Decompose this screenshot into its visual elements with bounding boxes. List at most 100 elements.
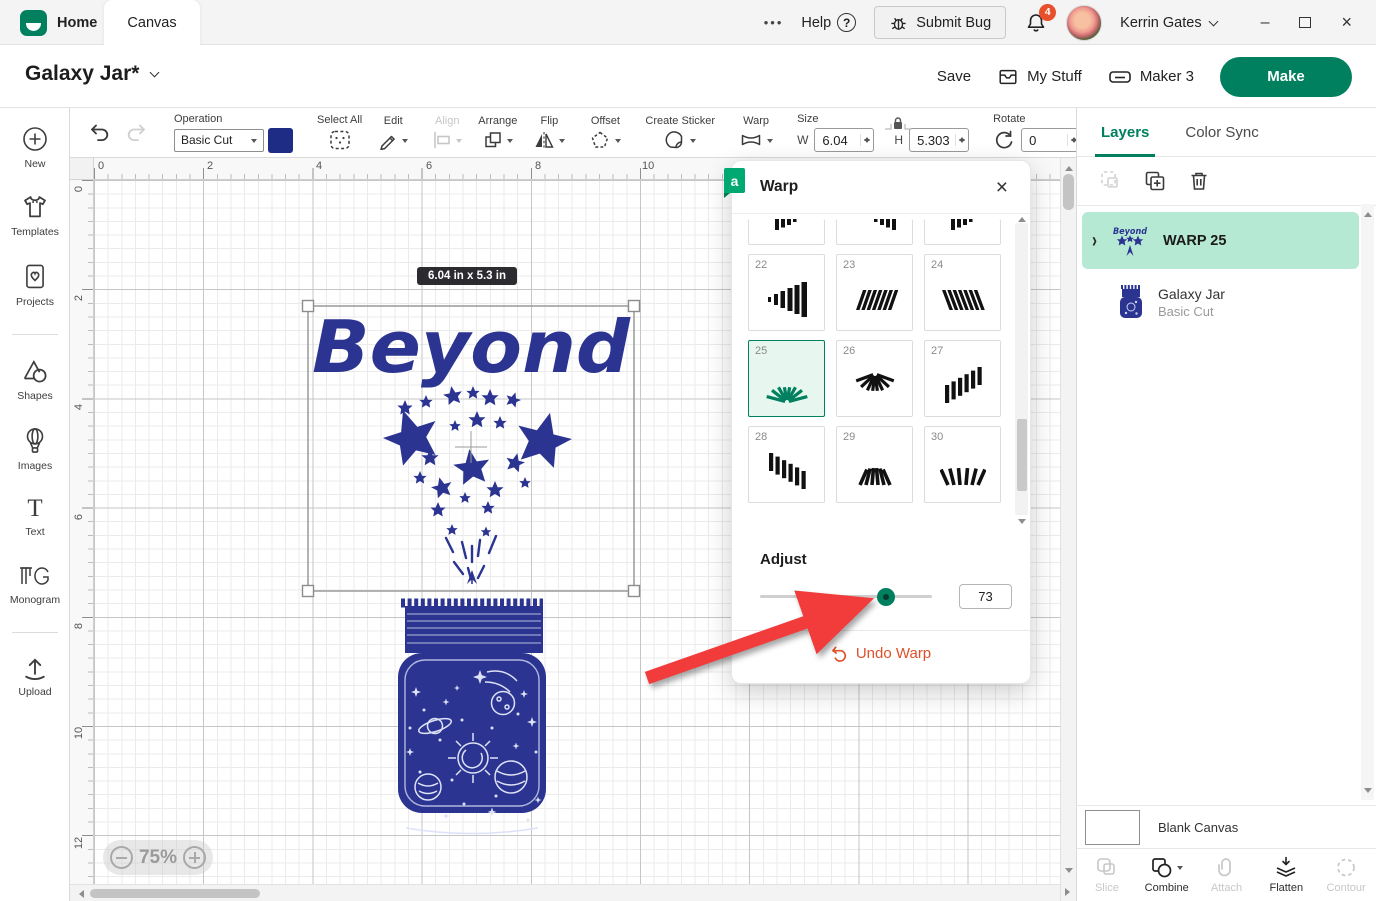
my-stuff-button[interactable]: My Stuff bbox=[997, 66, 1082, 88]
sidebar-item-upload[interactable]: Upload bbox=[0, 654, 70, 698]
edit-button[interactable]: Edit bbox=[370, 115, 416, 150]
sidebar-item-projects[interactable]: Projects bbox=[0, 262, 70, 308]
window-minimize-button[interactable]: – bbox=[1261, 14, 1270, 32]
scroll-down-arrow[interactable] bbox=[1364, 788, 1372, 797]
combine-button[interactable]: Combine bbox=[1137, 849, 1197, 901]
vertical-scroll-thumb[interactable] bbox=[1063, 174, 1074, 210]
avatar[interactable] bbox=[1066, 5, 1102, 41]
galaxy-jar-object[interactable] bbox=[398, 603, 546, 834]
project-title-menu[interactable]: Galaxy Jar* bbox=[25, 62, 158, 86]
sidebar-item-shapes[interactable]: Shapes bbox=[0, 356, 70, 402]
duplicate-button[interactable] bbox=[1143, 169, 1167, 193]
layers-scrollbar[interactable] bbox=[1361, 204, 1374, 800]
scroll-up-arrow[interactable] bbox=[1364, 208, 1372, 217]
selection-handle-se[interactable] bbox=[629, 586, 640, 597]
make-button[interactable]: Make bbox=[1220, 57, 1352, 97]
rotate-value[interactable] bbox=[1029, 133, 1067, 148]
sidebar-item-new[interactable]: New bbox=[0, 124, 70, 170]
scroll-up-arrow[interactable] bbox=[1018, 213, 1026, 222]
selection-handle-nw[interactable] bbox=[303, 301, 314, 312]
scroll-down-arrow[interactable] bbox=[1065, 868, 1073, 877]
tab-color-sync[interactable]: Color Sync bbox=[1185, 108, 1258, 157]
overflow-menu-icon[interactable]: ••• bbox=[764, 15, 784, 30]
horizontal-scroll-thumb[interactable] bbox=[90, 889, 260, 898]
warp-style-30[interactable]: 30 bbox=[924, 426, 1001, 503]
blank-canvas-row[interactable]: Blank Canvas bbox=[1077, 805, 1376, 848]
warp-style-partial[interactable] bbox=[924, 219, 1001, 245]
warp-button[interactable]: Warp bbox=[731, 115, 781, 150]
redo-button[interactable] bbox=[120, 118, 152, 148]
flip-button[interactable]: Flip bbox=[525, 115, 573, 150]
sidebar-item-templates[interactable]: Templates bbox=[0, 192, 70, 238]
help-button[interactable]: Help ? bbox=[801, 13, 856, 32]
tab-layers[interactable]: Layers bbox=[1101, 108, 1149, 157]
undo-button[interactable] bbox=[84, 118, 116, 148]
width-input[interactable] bbox=[814, 128, 874, 152]
adjust-slider-knob[interactable] bbox=[877, 588, 895, 606]
create-sticker-button[interactable]: Create Sticker bbox=[637, 115, 723, 150]
operation-color-swatch[interactable] bbox=[268, 128, 293, 153]
notifications-button[interactable]: 4 bbox=[1024, 11, 1048, 35]
warp-style-27[interactable]: 27 bbox=[924, 340, 1001, 417]
machine-select-button[interactable]: Maker 3 bbox=[1108, 66, 1194, 88]
save-button[interactable]: Save bbox=[937, 68, 971, 85]
warp-style-25[interactable]: 25 bbox=[748, 340, 825, 417]
operation-select[interactable]: Basic Cut bbox=[174, 129, 264, 152]
undo-warp-button[interactable]: Undo Warp bbox=[732, 645, 1030, 662]
zoom-in-button[interactable] bbox=[183, 846, 206, 869]
arrange-button[interactable]: Arrange bbox=[470, 115, 525, 150]
scroll-right-arrow[interactable] bbox=[1065, 888, 1074, 896]
align-icon bbox=[432, 130, 452, 150]
select-all-button[interactable]: Select All bbox=[309, 114, 370, 151]
flatten-button[interactable]: Flatten bbox=[1256, 849, 1316, 901]
height-stepper[interactable] bbox=[955, 134, 965, 146]
height-value[interactable] bbox=[917, 133, 955, 148]
warp-style-partial[interactable] bbox=[748, 219, 825, 245]
warp-style-24[interactable]: 24 bbox=[924, 254, 1001, 331]
adjust-value[interactable] bbox=[960, 585, 1011, 608]
zoom-control: 75% bbox=[103, 840, 213, 875]
sidebar-item-images[interactable]: Images bbox=[0, 426, 70, 472]
rotate-icon[interactable] bbox=[993, 129, 1015, 151]
layer-row-warp25[interactable]: › Beyond WARP 25 bbox=[1082, 212, 1359, 269]
window-maximize-button[interactable] bbox=[1299, 17, 1311, 28]
width-stepper[interactable] bbox=[860, 134, 870, 146]
scroll-up-arrow[interactable] bbox=[1065, 162, 1073, 171]
warp-style-26[interactable]: 26 bbox=[836, 340, 913, 417]
warp-style-23[interactable]: 23 bbox=[836, 254, 913, 331]
new-icon bbox=[20, 124, 50, 154]
canvas-vertical-scrollbar[interactable] bbox=[1060, 158, 1076, 901]
lock-icon[interactable] bbox=[885, 116, 911, 131]
scroll-left-arrow[interactable] bbox=[75, 890, 84, 898]
adjust-slider-track[interactable] bbox=[760, 595, 932, 598]
zoom-out-button[interactable] bbox=[110, 846, 133, 869]
sidebar-item-text[interactable]: T Text bbox=[0, 496, 70, 538]
close-icon[interactable]: × bbox=[996, 177, 1008, 198]
offset-button[interactable]: Offset bbox=[581, 115, 629, 150]
height-input[interactable] bbox=[909, 128, 969, 152]
project-title: Galaxy Jar* bbox=[25, 62, 139, 86]
warp-style-partial[interactable] bbox=[836, 219, 913, 245]
warp-style-29[interactable]: 29 bbox=[836, 426, 913, 503]
warp-style-28[interactable]: 28 bbox=[748, 426, 825, 503]
user-menu[interactable]: Kerrin Gates bbox=[1120, 15, 1216, 31]
submit-bug-button[interactable]: Submit Bug bbox=[874, 6, 1006, 39]
window-close-button[interactable]: × bbox=[1341, 12, 1352, 33]
warp-panel-scrollbar[interactable] bbox=[1015, 223, 1028, 515]
layer-row-galaxy-jar[interactable]: Galaxy Jar Basic Cut bbox=[1082, 276, 1359, 328]
delete-button[interactable] bbox=[1187, 169, 1211, 193]
width-value[interactable] bbox=[822, 133, 860, 148]
tab-home[interactable]: Home bbox=[0, 0, 104, 45]
tab-canvas[interactable]: Canvas bbox=[104, 0, 200, 45]
sidebar-item-monogram[interactable]: Monogram bbox=[0, 562, 70, 606]
selection-handle-sw[interactable] bbox=[303, 586, 314, 597]
rotate-input[interactable] bbox=[1021, 128, 1081, 152]
canvas-horizontal-scrollbar[interactable] bbox=[70, 884, 1060, 901]
scroll-down-arrow[interactable] bbox=[1018, 519, 1026, 528]
selection-handle-ne[interactable] bbox=[629, 301, 640, 312]
warp-scroll-thumb[interactable] bbox=[1017, 419, 1027, 491]
adjust-value-input[interactable] bbox=[959, 584, 1012, 609]
chevron-right-icon[interactable]: › bbox=[1092, 229, 1097, 253]
hot-air-balloon-icon bbox=[21, 426, 49, 456]
warp-style-22[interactable]: 22 bbox=[748, 254, 825, 331]
